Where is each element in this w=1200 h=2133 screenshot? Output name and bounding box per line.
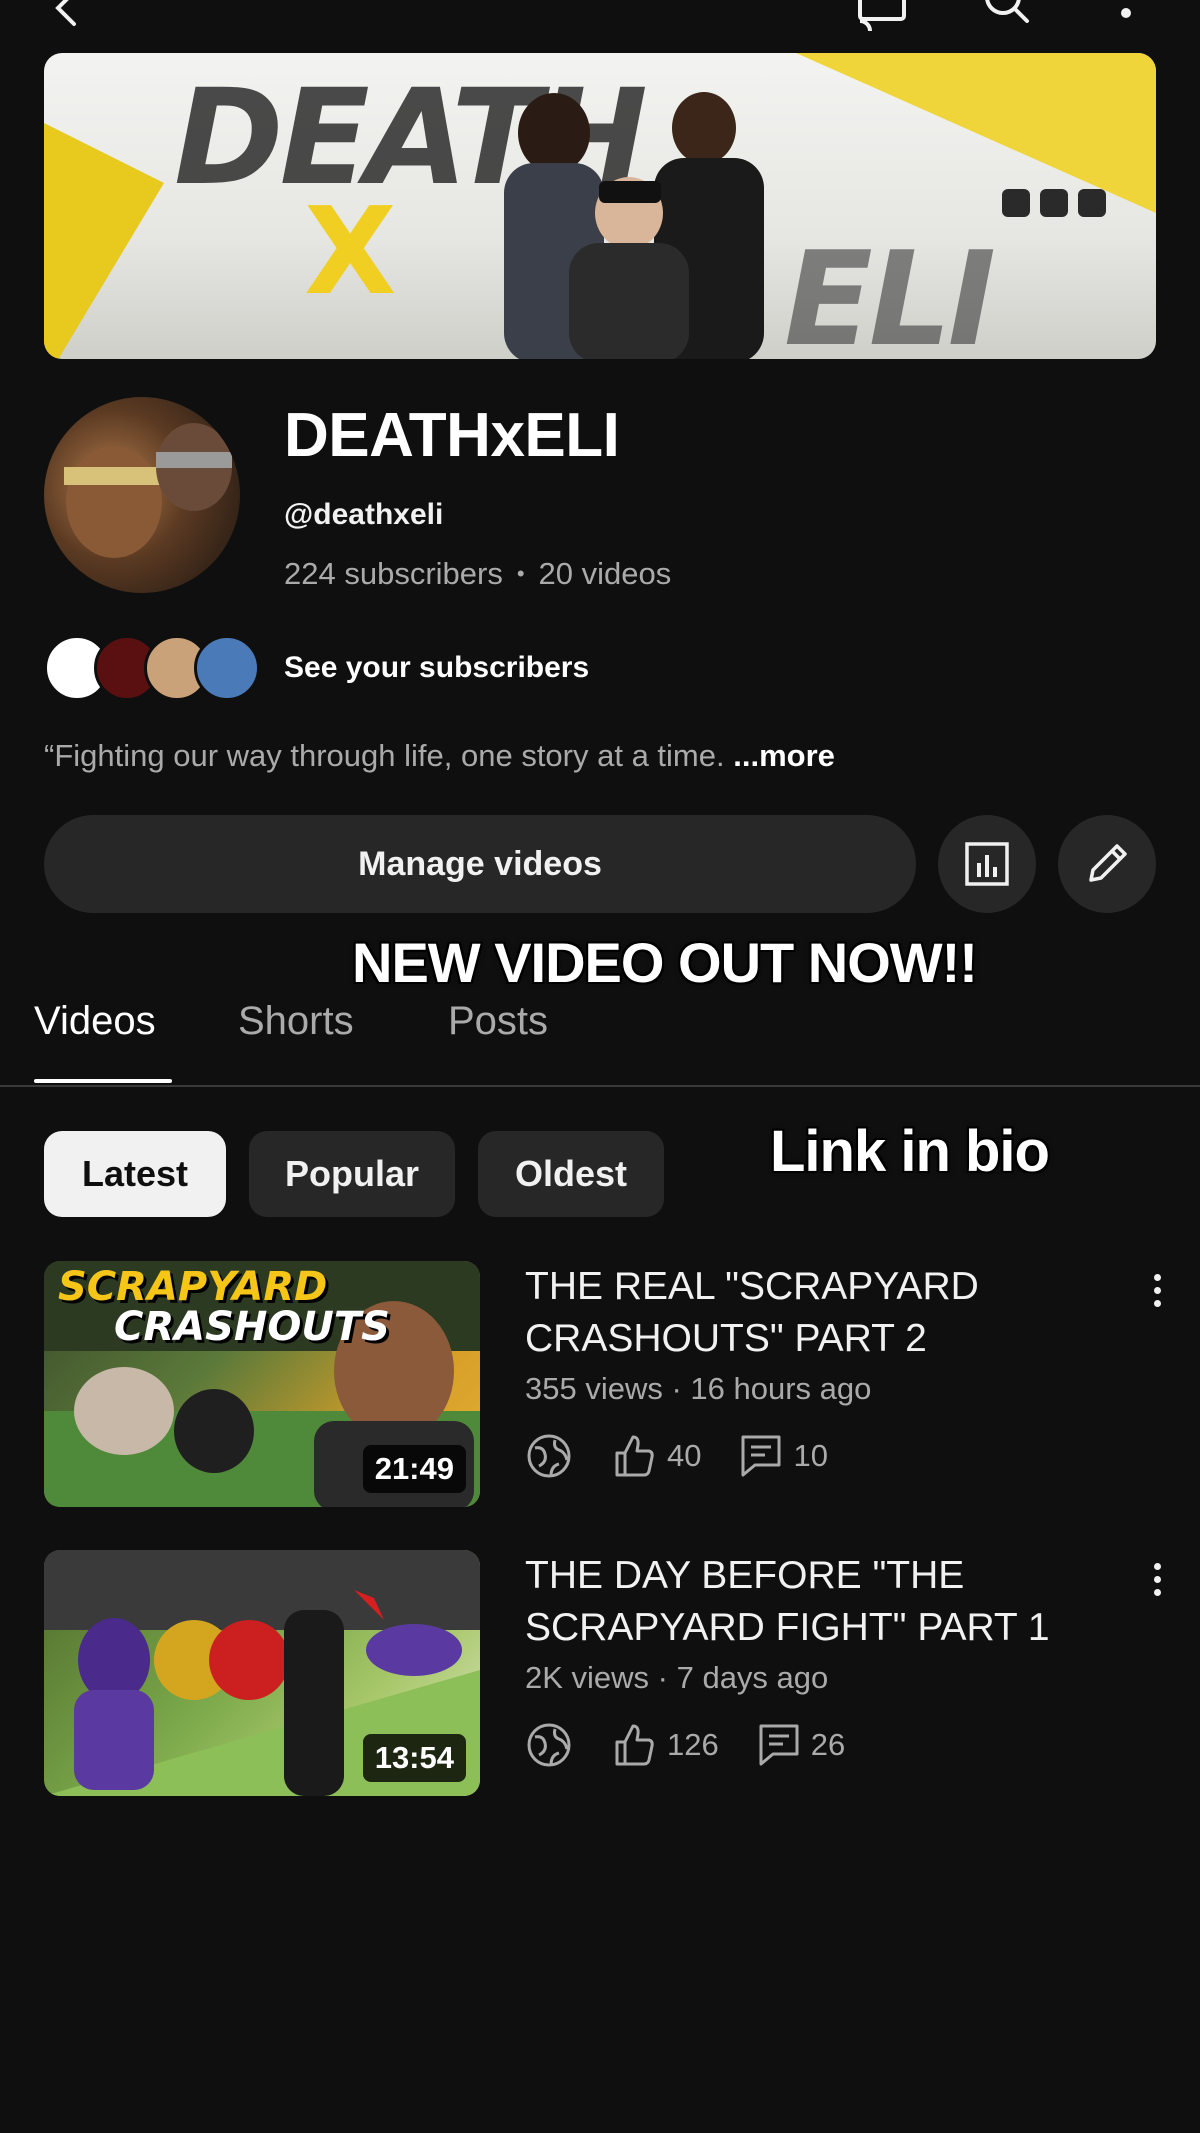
video-duration: 21:49 — [362, 1445, 466, 1493]
subscriber-avatar — [194, 635, 260, 701]
video-meta: 2K views · 7 days ago — [525, 1660, 829, 1695]
analytics-button[interactable] — [938, 815, 1036, 913]
filter-chip-popular[interactable]: Popular — [249, 1131, 455, 1217]
description-text: “Fighting our way through life, one stor… — [44, 738, 725, 773]
thumbs-up-icon[interactable] — [611, 1722, 657, 1768]
filter-chip-latest[interactable]: Latest — [44, 1131, 226, 1217]
video-count: 20 videos — [538, 556, 672, 591]
analytics-icon — [965, 842, 1009, 886]
edit-channel-button[interactable] — [1058, 815, 1156, 913]
comment-icon[interactable] — [739, 1433, 783, 1479]
thumbnail-title-line: SCRAPYARD — [58, 1264, 328, 1310]
active-tab-indicator — [34, 1079, 172, 1083]
separator-dot: • — [516, 561, 525, 586]
banner-word-eli: ELI — [784, 223, 996, 359]
video-duration: 13:54 — [362, 1734, 466, 1782]
channel-tabs: Videos Shorts Posts — [0, 985, 1200, 1085]
video-more-options-icon[interactable] — [1142, 1554, 1172, 1604]
video-meta: 355 views · 16 hours ago — [525, 1371, 872, 1406]
like-count: 40 — [667, 1438, 702, 1473]
video-list-item[interactable]: SCRAPYARD CRASHOUTS 21:49 THE REAL "SCRA… — [0, 1261, 1200, 1511]
banner-word-x: X — [304, 183, 397, 322]
instagram-icon — [1002, 189, 1030, 217]
subscriber-count: 224 subscribers — [284, 556, 503, 591]
tab-posts[interactable]: Posts — [448, 999, 548, 1044]
thumbs-up-icon[interactable] — [611, 1433, 657, 1479]
cast-icon[interactable] — [852, 0, 912, 38]
channel-avatar[interactable] — [44, 397, 240, 593]
video-title[interactable]: THE REAL "SCRAPYARD CRASHOUTS" PART 2 — [525, 1261, 1105, 1365]
globe-icon — [525, 1721, 573, 1769]
channel-name: DEATHxELI — [284, 401, 620, 470]
thumbnail-title: SCRAPYARD CRASHOUTS — [58, 1267, 390, 1347]
subscriber-avatars — [44, 635, 260, 701]
globe-icon — [525, 1432, 573, 1480]
video-list-item[interactable]: 13:54 THE DAY BEFORE "THE SCRAPYARD FIGH… — [0, 1550, 1200, 1800]
video-stats: 40 10 — [525, 1431, 828, 1481]
overlay-caption-link-in-bio: Link in bio — [770, 1119, 1050, 1184]
snapchat-icon — [1078, 189, 1106, 217]
manage-videos-button[interactable]: Manage videos — [44, 815, 916, 913]
channel-banner: DEATH X ELI — [44, 53, 1156, 359]
top-app-bar — [0, 0, 1200, 40]
video-thumbnail[interactable]: SCRAPYARD CRASHOUTS 21:49 — [44, 1261, 480, 1507]
see-subscribers-link[interactable]: See your subscribers — [284, 651, 589, 685]
tab-shorts[interactable]: Shorts — [238, 999, 354, 1044]
banner-accent-shape — [44, 123, 164, 359]
tab-videos[interactable]: Videos — [34, 999, 156, 1044]
video-stats: 126 26 — [525, 1720, 845, 1770]
comment-count: 26 — [810, 1727, 846, 1762]
tabs-divider — [0, 1085, 1200, 1087]
comment-icon[interactable] — [757, 1722, 801, 1768]
more-vertical-icon[interactable] — [1096, 0, 1156, 38]
video-title[interactable]: THE DAY BEFORE "THE SCRAPYARD FIGHT" PAR… — [525, 1550, 1105, 1654]
like-count: 126 — [667, 1727, 719, 1762]
banner-social-icons — [1002, 189, 1106, 217]
back-arrow-icon[interactable] — [36, 0, 96, 38]
channel-description[interactable]: “Fighting our way through life, one stor… — [44, 738, 835, 774]
search-icon[interactable] — [975, 0, 1035, 38]
channel-stats: 224 subscribers • 20 videos — [284, 556, 671, 592]
video-more-options-icon[interactable] — [1142, 1265, 1172, 1315]
banner-people-image — [504, 92, 764, 359]
thumbnail-title-line: CRASHOUTS — [114, 1304, 390, 1350]
comment-count: 10 — [793, 1438, 828, 1473]
video-thumbnail[interactable]: 13:54 — [44, 1550, 480, 1796]
see-subscribers-row[interactable]: See your subscribers — [44, 633, 589, 703]
pencil-icon — [1089, 844, 1127, 882]
description-more-link[interactable]: ...more — [733, 738, 835, 773]
youtube-icon — [1040, 189, 1068, 217]
channel-handle: @deathxeli — [284, 498, 444, 531]
filter-chip-oldest[interactable]: Oldest — [478, 1131, 664, 1217]
